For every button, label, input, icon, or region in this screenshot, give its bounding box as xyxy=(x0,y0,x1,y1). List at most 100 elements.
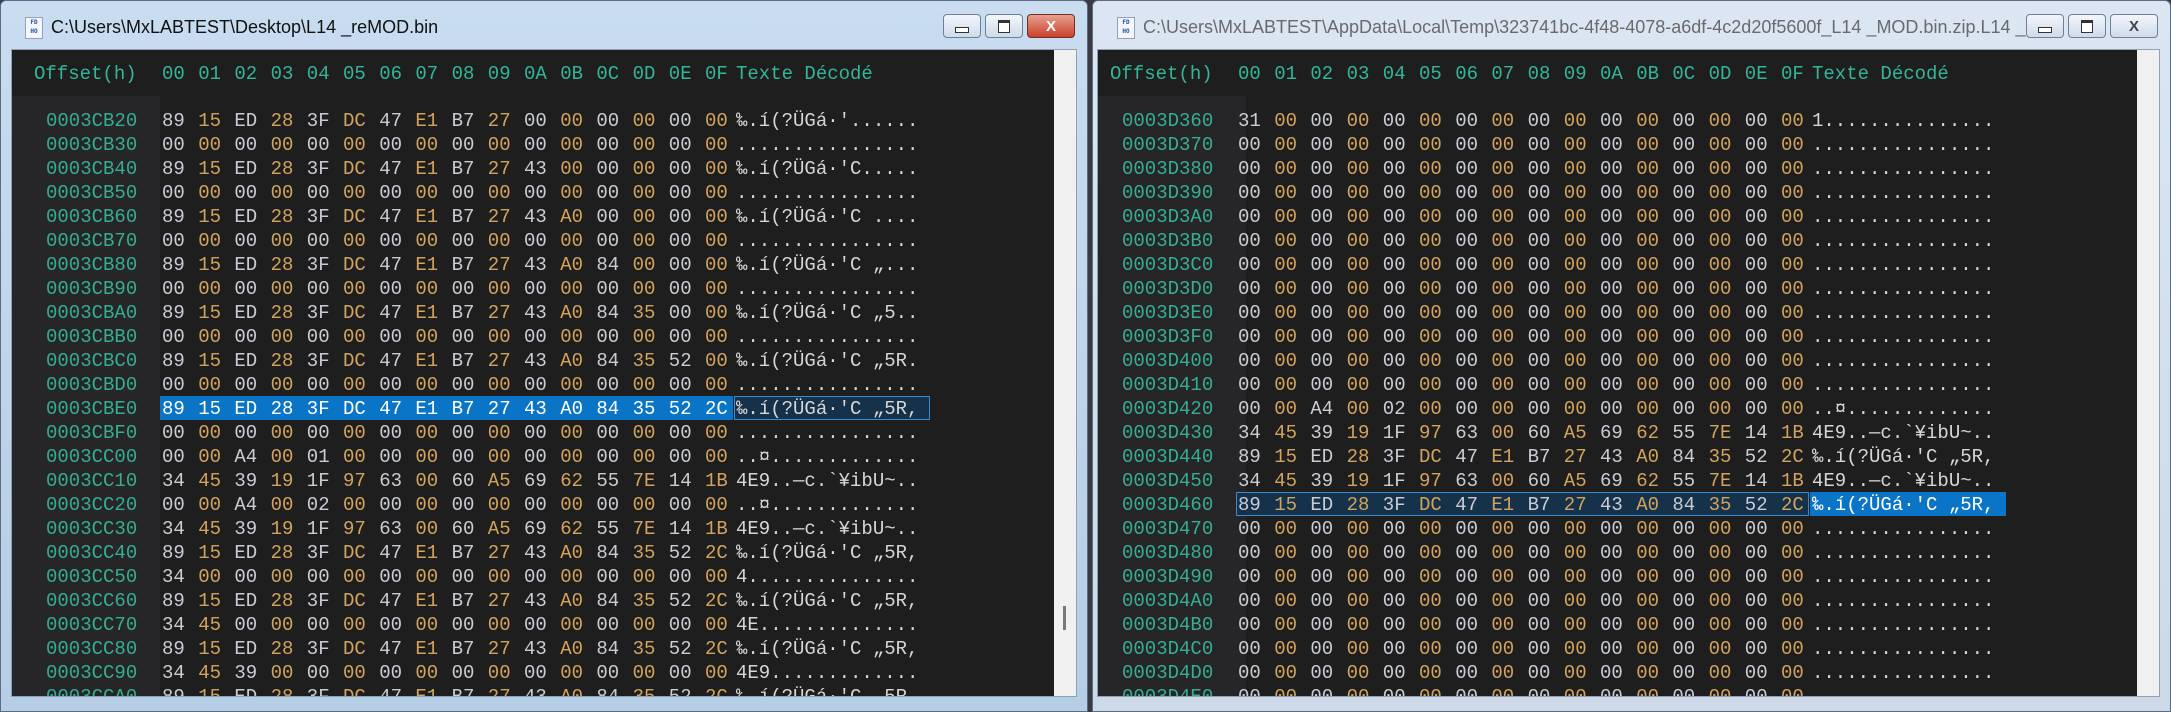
byte-cell[interactable]: 00 xyxy=(1274,662,1310,684)
byte-cell[interactable]: 00 xyxy=(596,206,632,228)
byte-cell[interactable]: 00 xyxy=(1491,614,1527,636)
byte-cell[interactable]: 00 xyxy=(560,158,596,180)
decoded-text[interactable]: ‰.í(?ÜGá·'C „5R, xyxy=(1812,446,1994,468)
byte-cell[interactable]: DC xyxy=(343,254,379,276)
byte-cell[interactable]: 00 xyxy=(1347,350,1383,372)
byte-cell[interactable]: 00 xyxy=(452,446,488,468)
byte-cell[interactable]: 27 xyxy=(488,638,524,660)
byte-cell[interactable]: 00 xyxy=(1491,230,1527,252)
decoded-text[interactable]: ................ xyxy=(736,422,918,444)
byte-cell[interactable]: 00 xyxy=(488,422,524,444)
byte-cell[interactable]: 00 xyxy=(1636,326,1672,348)
byte-cell[interactable]: 00 xyxy=(307,566,343,588)
byte-cell[interactable]: 19 xyxy=(1347,422,1383,444)
byte-cell[interactable]: 00 xyxy=(452,566,488,588)
byte-cell[interactable]: 00 xyxy=(198,230,234,252)
byte-cell[interactable]: 00 xyxy=(633,614,669,636)
decoded-text[interactable]: ................ xyxy=(736,230,918,252)
hex-row[interactable]: 0003CBD0 00 00 00 00 00 00 00 00 00 00 00 00 00 00 00 00… xyxy=(12,372,1054,396)
byte-cell[interactable]: 00 xyxy=(1528,182,1564,204)
byte-cell[interactable]: 00 xyxy=(162,374,198,396)
hex-row[interactable]: 0003CC90 34 45 39 00 00 00 00 00 00 00 00 00 00 00 00 00… xyxy=(12,660,1054,684)
byte-cell[interactable]: 00 xyxy=(1455,182,1491,204)
byte-cell[interactable]: 00 xyxy=(1672,542,1708,564)
maximize-button[interactable] xyxy=(2068,14,2106,38)
byte-cell[interactable]: 45 xyxy=(198,614,234,636)
hex-row[interactable]: 0003CC20 00 00 A4 00 02 00 00 00 00 00 00 00 00 00 00 00… xyxy=(12,492,1054,516)
byte-cell[interactable]: 34 xyxy=(1238,470,1274,492)
byte-cell[interactable]: 47 xyxy=(1455,494,1491,516)
hex-row[interactable]: 0003D480 00 00 00 00 00 00 00 00 00 00 00 00 00 00 00 00… xyxy=(1098,540,2137,564)
byte-cell[interactable]: 00 xyxy=(669,278,705,300)
byte-cell[interactable]: 00 xyxy=(1564,182,1600,204)
byte-cell[interactable]: 34 xyxy=(162,662,198,684)
byte-cell[interactable]: 00 xyxy=(271,446,307,468)
byte-cell[interactable]: 00 xyxy=(1745,158,1781,180)
byte-cell[interactable]: 00 xyxy=(1310,590,1346,612)
byte-cell[interactable]: 00 xyxy=(1347,398,1383,420)
byte-cell[interactable]: 00 xyxy=(669,302,705,324)
byte-cell[interactable]: 00 xyxy=(1455,398,1491,420)
byte-cell[interactable]: 00 xyxy=(307,278,343,300)
byte-cell[interactable]: 52 xyxy=(669,590,705,612)
byte-cell[interactable]: 00 xyxy=(343,446,379,468)
byte-cell[interactable]: 3F xyxy=(307,638,343,660)
byte-cell[interactable]: 00 xyxy=(1528,350,1564,372)
byte-cell[interactable]: 00 xyxy=(1528,230,1564,252)
byte-cell[interactable]: A5 xyxy=(1564,470,1600,492)
byte-cell[interactable]: 00 xyxy=(1672,278,1708,300)
byte-cell[interactable]: 00 xyxy=(1564,230,1600,252)
byte-cell[interactable]: 00 xyxy=(1636,254,1672,276)
byte-cell[interactable]: 00 xyxy=(162,422,198,444)
byte-cell[interactable]: 63 xyxy=(1455,470,1491,492)
byte-cell[interactable]: A0 xyxy=(1636,446,1672,468)
byte-cell[interactable]: 00 xyxy=(234,182,270,204)
byte-cell[interactable]: 00 xyxy=(669,446,705,468)
byte-cell[interactable]: 00 xyxy=(1564,686,1600,696)
byte-cell[interactable]: 00 xyxy=(1347,158,1383,180)
byte-cell[interactable]: 47 xyxy=(379,158,415,180)
byte-cell[interactable]: 00 xyxy=(1491,350,1527,372)
byte-cell[interactable]: 00 xyxy=(1636,662,1672,684)
byte-cell[interactable]: 00 xyxy=(1636,158,1672,180)
byte-cell[interactable]: 00 xyxy=(488,134,524,156)
byte-cell[interactable]: 52 xyxy=(1745,446,1781,468)
byte-cell[interactable]: 00 xyxy=(596,374,632,396)
byte-cell[interactable]: 34 xyxy=(162,470,198,492)
byte-cell[interactable]: B7 xyxy=(452,590,488,612)
byte-cell[interactable]: 00 xyxy=(1347,518,1383,540)
byte-cell[interactable]: 45 xyxy=(198,662,234,684)
byte-cell[interactable]: 00 xyxy=(1347,230,1383,252)
byte-cell[interactable]: E1 xyxy=(415,158,451,180)
byte-cell[interactable]: 00 xyxy=(488,494,524,516)
byte-cell[interactable]: 00 xyxy=(452,278,488,300)
byte-cell[interactable]: 00 xyxy=(1672,326,1708,348)
byte-cell[interactable]: 00 xyxy=(1274,230,1310,252)
byte-cell[interactable]: 00 xyxy=(1564,542,1600,564)
byte-cell[interactable]: 00 xyxy=(1310,134,1346,156)
byte-cell[interactable]: 00 xyxy=(1600,158,1636,180)
byte-cell[interactable]: 00 xyxy=(669,326,705,348)
byte-cell[interactable]: 00 xyxy=(1455,566,1491,588)
byte-cell[interactable]: 00 xyxy=(379,662,415,684)
decoded-text[interactable]: 4E9..—c.`¥ibU~.. xyxy=(736,518,918,540)
byte-cell[interactable]: 43 xyxy=(524,254,560,276)
byte-cell[interactable]: 00 xyxy=(1347,374,1383,396)
byte-cell[interactable]: A0 xyxy=(560,590,596,612)
byte-cell[interactable]: 00 xyxy=(1528,638,1564,660)
byte-cell[interactable]: 00 xyxy=(234,230,270,252)
byte-cell[interactable]: 00 xyxy=(1745,638,1781,660)
decoded-text[interactable]: ................ xyxy=(736,278,918,300)
byte-cell[interactable]: 00 xyxy=(633,566,669,588)
decoded-text[interactable]: ................ xyxy=(1812,350,1994,372)
byte-cell[interactable]: 00 xyxy=(415,566,451,588)
byte-cell[interactable]: A5 xyxy=(1564,422,1600,444)
byte-cell[interactable]: 00 xyxy=(1455,206,1491,228)
hex-row[interactable]: 0003D490 00 00 00 00 00 00 00 00 00 00 00 00 00 00 00 00… xyxy=(1098,564,2137,588)
byte-cell[interactable]: 00 xyxy=(1709,518,1745,540)
byte-cell[interactable]: 00 xyxy=(1636,134,1672,156)
byte-cell[interactable]: A0 xyxy=(560,302,596,324)
byte-cell[interactable]: 00 xyxy=(1419,230,1455,252)
byte-cell[interactable]: 00 xyxy=(1383,374,1419,396)
byte-cell[interactable]: 00 xyxy=(560,134,596,156)
